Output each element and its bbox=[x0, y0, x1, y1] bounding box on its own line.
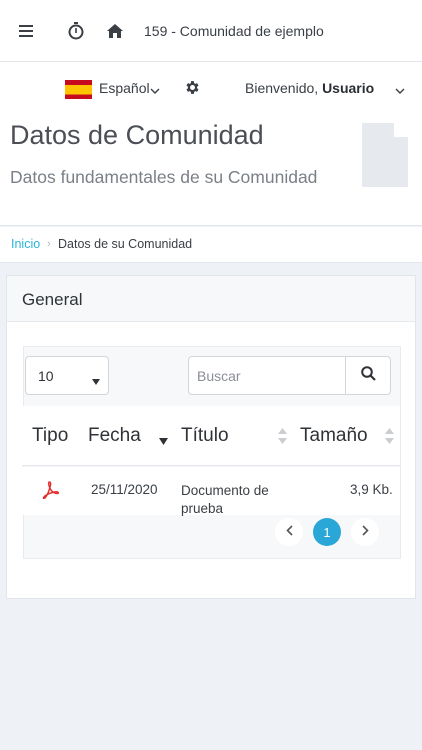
column-header-titulo[interactable]: Título bbox=[181, 425, 229, 447]
column-header-tipo[interactable]: Tipo bbox=[32, 425, 68, 447]
sort-both-icon[interactable] bbox=[385, 428, 394, 449]
card-header: General bbox=[7, 276, 415, 322]
document-icon bbox=[362, 123, 408, 192]
breadcrumb-current: Datos de su Comunidad bbox=[58, 237, 193, 251]
community-label[interactable]: 159 - Comunidad de ejemplo bbox=[144, 23, 324, 39]
search-icon bbox=[360, 365, 376, 386]
sort-desc-icon[interactable] bbox=[159, 432, 168, 450]
page-subtitle: Datos fundamentales de su Comunidad bbox=[10, 167, 318, 187]
gear-icon[interactable] bbox=[184, 79, 201, 101]
caret-down-icon bbox=[92, 372, 100, 390]
column-header-tamano[interactable]: Tamaño bbox=[300, 425, 368, 447]
cell-titulo[interactable]: Documento de prueba bbox=[181, 482, 291, 518]
breadcrumb-separator: › bbox=[47, 238, 51, 250]
welcome-prefix: Bienvenido, bbox=[245, 80, 323, 96]
page-title: Datos de Comunidad bbox=[10, 120, 264, 150]
card-title: General bbox=[22, 290, 83, 309]
pagination-page-current[interactable]: 1 bbox=[313, 518, 341, 546]
page-size-select[interactable]: 10 bbox=[25, 356, 109, 395]
search-input[interactable] bbox=[188, 356, 346, 395]
pdf-icon[interactable] bbox=[41, 481, 60, 504]
user-menu-chevron-icon[interactable] bbox=[395, 82, 405, 100]
user-name: Usuario bbox=[322, 80, 375, 96]
page-size-value: 10 bbox=[38, 368, 54, 384]
sort-both-icon[interactable] bbox=[278, 428, 287, 449]
top-bar: 159 - Comunidad de ejemplo bbox=[0, 0, 422, 62]
chevron-down-icon[interactable] bbox=[150, 82, 160, 100]
welcome-text[interactable]: Bienvenido, Usuario bbox=[245, 80, 374, 96]
spain-flag-icon[interactable] bbox=[65, 80, 92, 99]
home-icon[interactable] bbox=[105, 21, 125, 41]
search-button[interactable] bbox=[345, 356, 391, 395]
chevron-left-icon bbox=[285, 523, 293, 541]
column-header-fecha[interactable]: Fecha bbox=[88, 425, 141, 447]
cell-fecha: 25/11/2020 bbox=[91, 482, 158, 497]
pagination-prev-button[interactable] bbox=[275, 518, 303, 546]
cell-tamano: 3,9 Kb. bbox=[350, 482, 393, 497]
language-selector[interactable]: Español bbox=[99, 80, 150, 96]
breadcrumb-home-link[interactable]: Inicio bbox=[11, 237, 40, 251]
stopwatch-icon[interactable] bbox=[66, 21, 86, 41]
chevron-right-icon bbox=[361, 523, 369, 541]
pagination-next-button[interactable] bbox=[351, 518, 379, 546]
menu-icon[interactable] bbox=[16, 21, 36, 41]
